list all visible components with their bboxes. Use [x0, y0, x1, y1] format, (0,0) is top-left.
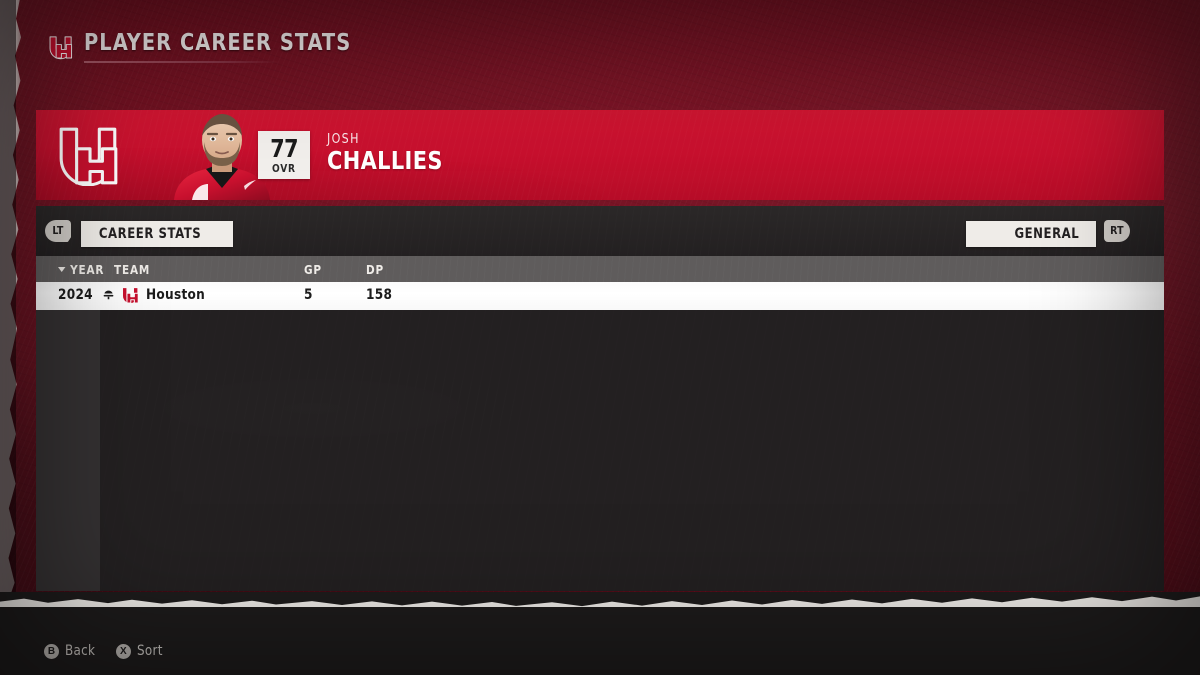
sort-desc-caret-icon: [58, 266, 66, 272]
overall-rating-label: OVR: [272, 162, 296, 175]
career-stats-table: YEAR TEAM GP DP 2024 Houston 5 158: [36, 256, 1164, 591]
b-button-icon: B: [44, 643, 59, 659]
right-bumper-icon[interactable]: RT: [1104, 220, 1130, 242]
page-title: PLAYER CAREER STATS: [84, 30, 352, 56]
uh-cougars-logo-icon: [121, 287, 139, 304]
action-sort[interactable]: X Sort: [115, 643, 164, 659]
left-edge-shadow: [0, 0, 16, 620]
title-underline: [84, 61, 280, 63]
footer-actions: B Back X Sort: [44, 643, 164, 659]
overall-rating-badge: 77 OVR: [258, 131, 310, 179]
column-header-team[interactable]: TEAM: [114, 262, 150, 277]
cell-year: 2024: [58, 287, 93, 303]
cell-team-name: Houston: [146, 287, 206, 303]
cell-dp: 158: [366, 287, 393, 303]
cell-team: Houston: [102, 286, 210, 304]
footer-bar: B Back X Sort: [0, 592, 1200, 675]
x-button-icon: X: [115, 643, 131, 659]
player-first-name: JOSH: [327, 132, 360, 147]
tab-general-label: GENERAL: [1014, 226, 1080, 242]
footer-torn-edge: [0, 596, 1200, 607]
action-back[interactable]: B Back: [44, 643, 97, 659]
uh-cougars-logo-icon: [59, 127, 118, 186]
action-sort-label: Sort: [136, 643, 163, 659]
player-last-name: CHALLIES: [327, 146, 443, 175]
tab-bar: LT CAREER STATS GENERAL RT: [36, 206, 1164, 256]
table-header-row: YEAR TEAM GP DP: [36, 256, 1164, 282]
column-header-dp[interactable]: DP: [366, 262, 384, 277]
column-header-year[interactable]: YEAR: [58, 262, 104, 277]
tab-general[interactable]: GENERAL: [966, 221, 1096, 247]
tab-career-stats-label: CAREER STATS: [98, 226, 202, 242]
tab-career-stats[interactable]: CAREER STATS: [81, 221, 233, 247]
column-header-year-label: YEAR: [70, 261, 105, 277]
action-back-label: Back: [65, 643, 96, 659]
page-header: PLAYER CAREER STATS: [48, 30, 368, 63]
roster-player-icon: [103, 290, 114, 299]
uh-cougars-logo-icon: [49, 35, 73, 59]
column-header-gp[interactable]: GP: [304, 262, 322, 277]
table-row[interactable]: 2024 Houston 5 158: [36, 282, 1164, 310]
app-screen: PLAYER CAREER STATS 77 OVR JOSH CHALLIES…: [0, 0, 1200, 675]
player-name: JOSH CHALLIES: [327, 132, 452, 174]
player-header-card: POSITION MLB • #11 CLASS FR HEIGHT & WEI…: [36, 110, 1164, 200]
cell-gp: 5: [304, 287, 313, 303]
table-empty-body: [100, 310, 1164, 591]
left-bumper-icon[interactable]: LT: [45, 220, 71, 242]
overall-rating-value: 77: [270, 134, 298, 163]
